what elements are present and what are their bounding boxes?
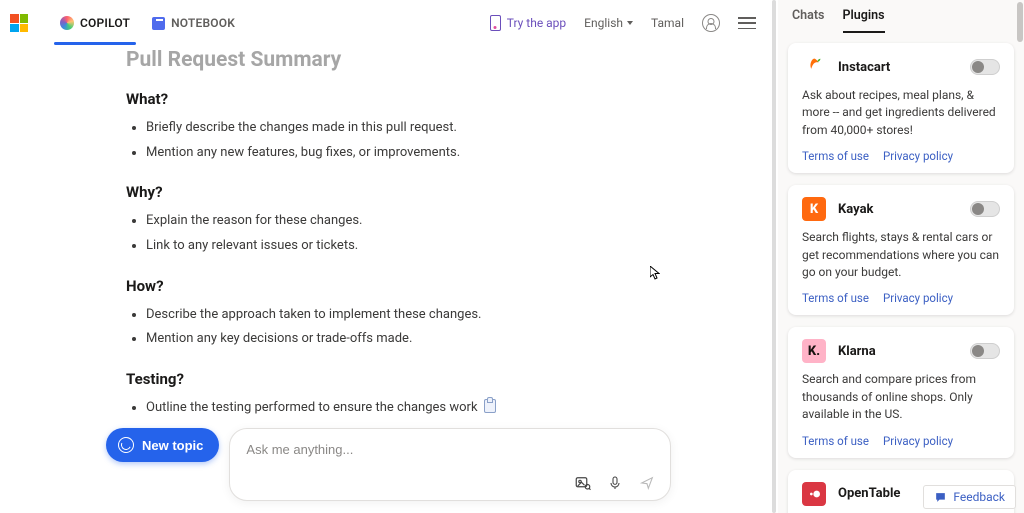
opentable-icon (802, 482, 826, 506)
new-topic-label: New topic (142, 438, 203, 453)
list-item: Briefly describe the changes made in thi… (146, 116, 770, 141)
panel-tabs: Chats Plugins (778, 0, 1024, 33)
new-topic-icon (118, 437, 134, 453)
plugin-card-klarna: K. Klarna Search and compare prices from… (788, 327, 1014, 457)
kayak-icon: K (802, 197, 826, 221)
section-heading: Why? (126, 183, 770, 201)
try-the-app-label: Try the app (507, 16, 566, 30)
chevron-down-icon (627, 21, 633, 25)
plugin-name: OpenTable (838, 486, 900, 501)
list-item: Mention any key decisions or trade-offs … (146, 327, 770, 352)
side-panel: Chats Plugins Instacart Ask about recipe… (778, 0, 1024, 513)
privacy-link[interactable]: Privacy policy (883, 434, 953, 448)
plugin-toggle[interactable] (970, 59, 1000, 75)
avatar-icon[interactable] (702, 14, 720, 32)
plugin-description: Ask about recipes, meal plans, & more --… (802, 87, 1000, 139)
top-bar: COPILOT NOTEBOOK Try the app English Tam… (0, 0, 770, 46)
plugin-card-kayak: K Kayak Search flights, stays & rental c… (788, 185, 1014, 315)
send-icon[interactable] (638, 474, 656, 492)
ask-tools (244, 474, 656, 492)
panel-tab-plugins[interactable]: Plugins (843, 8, 885, 33)
user-name: Tamal (651, 16, 684, 30)
top-right-controls: Try the app English Tamal (490, 0, 756, 46)
scrollbar[interactable] (1017, 2, 1023, 42)
bullet-list: Briefly describe the changes made in thi… (126, 116, 770, 165)
hamburger-menu-icon[interactable] (738, 17, 756, 29)
image-search-icon[interactable] (574, 474, 592, 492)
phone-icon (490, 15, 501, 31)
plugin-toggle[interactable] (970, 343, 1000, 359)
instacart-icon (802, 55, 826, 79)
terms-link[interactable]: Terms of use (802, 291, 869, 305)
privacy-link[interactable]: Privacy policy (883, 149, 953, 163)
terms-link[interactable]: Terms of use (802, 149, 869, 163)
ask-input[interactable] (244, 441, 656, 458)
page-title: Pull Request Summary (126, 48, 770, 72)
feedback-icon (934, 491, 947, 504)
plugin-name: Klarna (838, 344, 876, 359)
section-heading: How? (126, 277, 770, 295)
list-item: Link to any relevant issues or tickets. (146, 234, 770, 259)
tab-copilot-label: COPILOT (80, 16, 130, 30)
list-item: Outline the testing performed to ensure … (146, 396, 770, 421)
plugin-list: Instacart Ask about recipes, meal plans,… (778, 33, 1024, 513)
copilot-icon (60, 16, 74, 30)
compose-bar: New topic (106, 428, 671, 501)
new-topic-button[interactable]: New topic (106, 428, 219, 462)
primary-tabs: COPILOT NOTEBOOK (58, 10, 237, 36)
plugin-card-instacart: Instacart Ask about recipes, meal plans,… (788, 43, 1014, 173)
terms-link[interactable]: Terms of use (802, 434, 869, 448)
plugin-name: Instacart (838, 60, 890, 75)
language-select[interactable]: English (584, 16, 633, 30)
bullet-list: Describe the approach taken to implement… (126, 303, 770, 352)
list-item: Mention any new features, bug fixes, or … (146, 141, 770, 166)
notebook-icon (152, 17, 165, 30)
tab-notebook-label: NOTEBOOK (171, 16, 235, 30)
language-label: English (584, 16, 623, 30)
bullet-list: Outline the testing performed to ensure … (126, 396, 770, 421)
privacy-link[interactable]: Privacy policy (883, 291, 953, 305)
clipboard-icon (484, 399, 496, 413)
plugin-toggle[interactable] (970, 201, 1000, 217)
feedback-label: Feedback (953, 490, 1005, 504)
microsoft-logo-icon (10, 14, 28, 32)
pane-splitter[interactable] (770, 0, 778, 513)
klarna-icon: K. (802, 339, 826, 363)
list-item: Describe the approach taken to implement… (146, 303, 770, 328)
panel-tab-chats[interactable]: Chats (792, 8, 825, 33)
microphone-icon[interactable] (606, 474, 624, 492)
bullet-list: Explain the reason for these changes. Li… (126, 209, 770, 258)
ask-box (229, 428, 671, 501)
plugin-description: Search flights, stays & rental cars or g… (802, 229, 1000, 281)
section-heading: Testing? (126, 370, 770, 388)
section-heading: What? (126, 90, 770, 108)
plugin-description: Search and compare prices from thousands… (802, 371, 1000, 423)
tab-notebook[interactable]: NOTEBOOK (150, 10, 237, 36)
tab-copilot[interactable]: COPILOT (58, 10, 132, 36)
try-the-app-link[interactable]: Try the app (490, 15, 566, 31)
feedback-button[interactable]: Feedback (923, 485, 1016, 509)
list-item: Explain the reason for these changes. (146, 209, 770, 234)
plugin-name: Kayak (838, 202, 873, 217)
